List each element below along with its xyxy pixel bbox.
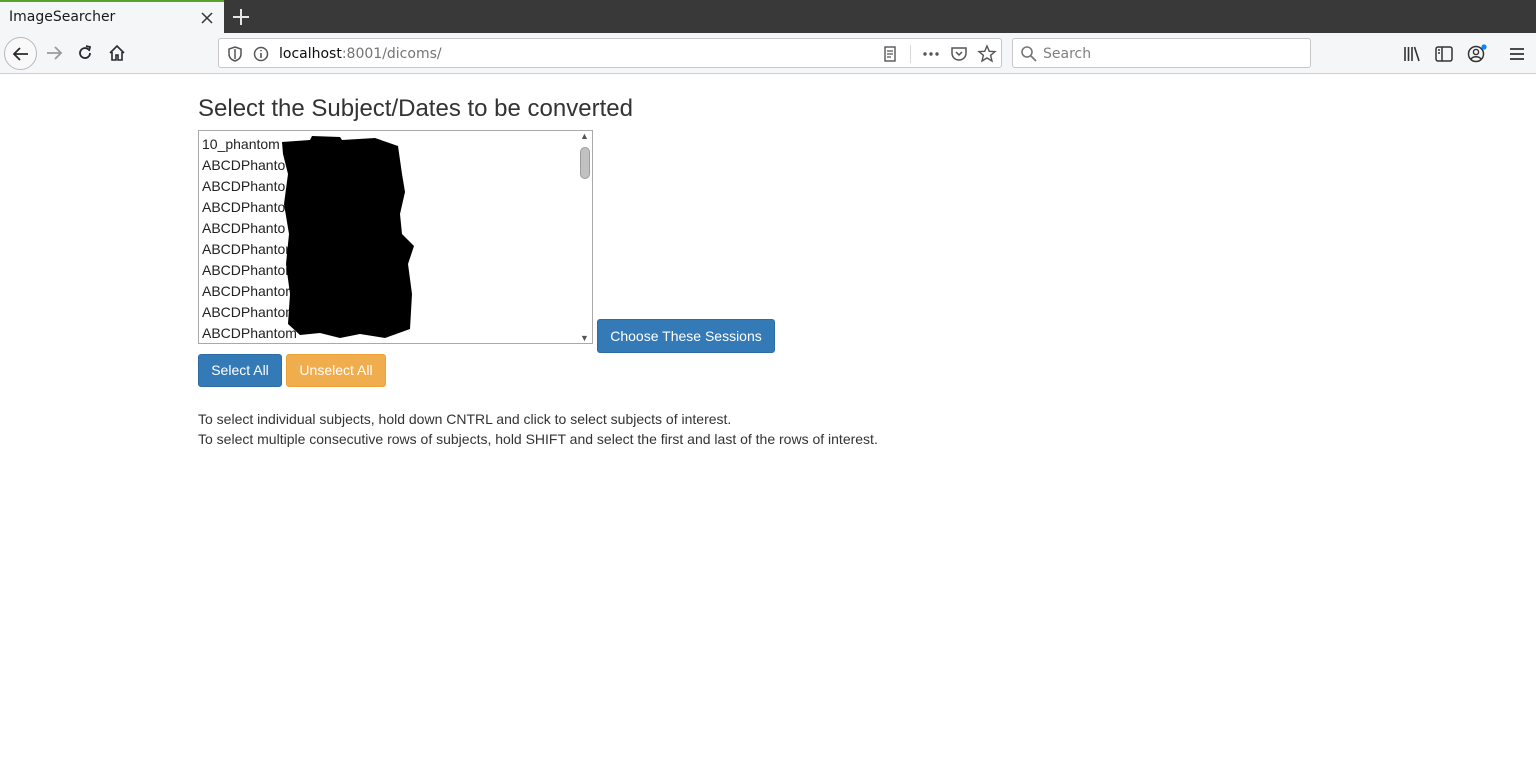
pocket-icon[interactable]	[949, 44, 969, 64]
url-bar[interactable]: localhost:8001/dicoms/	[218, 38, 1002, 68]
scroll-down-arrow-icon[interactable]: ▼	[580, 333, 589, 343]
close-icon[interactable]	[199, 10, 215, 26]
help-text-ctrl: To select individual subjects, hold down…	[198, 411, 732, 427]
choose-sessions-button[interactable]: Choose These Sessions	[597, 319, 775, 353]
forward-arrow-icon	[47, 46, 63, 60]
back-button[interactable]	[4, 37, 37, 70]
scrollbar-thumb[interactable]	[580, 147, 590, 179]
select-all-button[interactable]: Select All	[198, 354, 282, 387]
scroll-up-arrow-icon[interactable]: ▲	[580, 131, 589, 141]
home-icon	[109, 44, 125, 61]
tracking-shield-icon[interactable]	[225, 44, 245, 64]
nav-toolbar: localhost:8001/dicoms/ Search	[0, 33, 1536, 74]
sidebar-icon[interactable]	[1434, 44, 1454, 64]
page-content: Select the Subject/Dates to be converted…	[0, 74, 1536, 765]
tab-title: ImageSearcher	[9, 9, 116, 25]
account-icon[interactable]	[1466, 43, 1488, 65]
reload-icon	[79, 45, 92, 59]
page-title: Select the Subject/Dates to be converted	[198, 95, 633, 122]
back-arrow-icon	[12, 46, 28, 61]
reload-button[interactable]	[69, 37, 101, 69]
forward-button[interactable]	[38, 37, 70, 69]
help-text-shift: To select multiple consecutive rows of s…	[198, 431, 878, 447]
bookmark-star-icon[interactable]	[977, 44, 997, 64]
reader-view-icon[interactable]	[880, 44, 900, 64]
tab-strip: ImageSearcher	[0, 0, 1536, 33]
url-separator	[910, 45, 911, 63]
redaction-mark	[282, 136, 414, 338]
search-placeholder: Search	[1043, 46, 1092, 62]
library-icon[interactable]	[1402, 44, 1422, 64]
search-icon	[1021, 46, 1037, 62]
tab-imagesearcher[interactable]: ImageSearcher	[0, 0, 224, 33]
new-tab-icon[interactable]	[230, 6, 252, 28]
unselect-all-button[interactable]: Unselect All	[286, 354, 386, 387]
url-path: :8001/dicoms/	[341, 46, 442, 62]
url-host: localhost	[279, 46, 342, 62]
home-button[interactable]	[101, 37, 133, 69]
hamburger-menu-icon[interactable]	[1507, 44, 1527, 64]
listbox-scrollbar[interactable]: ▲ ▼	[578, 131, 592, 343]
site-info-icon[interactable]	[251, 44, 271, 64]
page-actions-icon[interactable]	[921, 44, 941, 64]
search-bar[interactable]: Search	[1012, 38, 1311, 68]
url-text: localhost:8001/dicoms/	[279, 46, 442, 62]
